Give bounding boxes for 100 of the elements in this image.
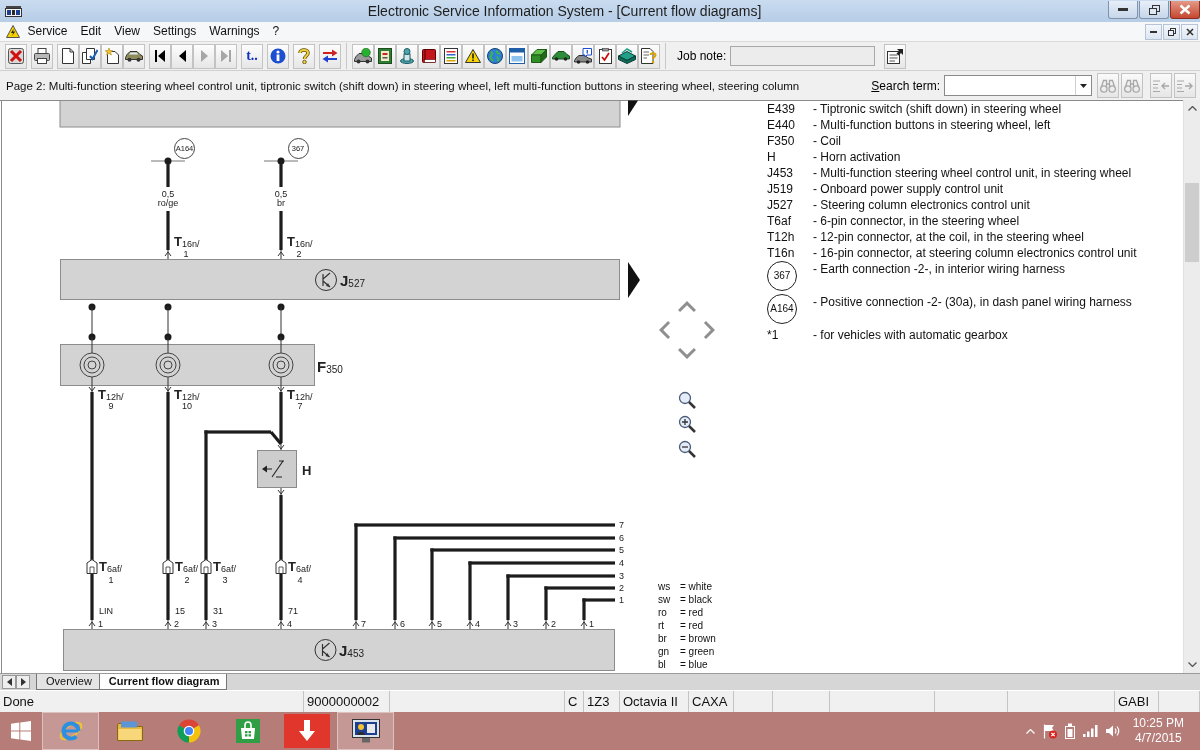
legend-description: - Earth connection -2-, in interior wiring harness: [813, 262, 1066, 276]
chevron-left-icon[interactable]: [659, 321, 671, 339]
color-meaning: = brown: [680, 632, 716, 645]
window-button[interactable]: [506, 43, 528, 69]
pin-number: 2: [296, 249, 302, 259]
caret-icon[interactable]: [1080, 83, 1087, 88]
car-badge-icon: [354, 48, 372, 64]
car-badge-button[interactable]: [352, 43, 374, 69]
layers-button[interactable]: [616, 43, 638, 69]
page-button[interactable]: [57, 43, 79, 69]
battery-icon[interactable]: [1064, 723, 1075, 739]
folder-icon: [116, 721, 143, 741]
car-button[interactable]: [550, 43, 572, 69]
transistor-icon: [314, 639, 337, 661]
pin-number: 4: [475, 619, 480, 629]
zoom-out-icon[interactable]: [678, 440, 696, 458]
close-button[interactable]: [1170, 1, 1200, 19]
help-icon: [298, 48, 310, 64]
monitor-icon: [351, 719, 380, 743]
wire-number: 6: [619, 533, 624, 543]
restore-button[interactable]: [1163, 23, 1180, 40]
color-code: bl: [658, 658, 667, 671]
wire-number: 2: [619, 583, 624, 593]
app-icon: [5, 6, 22, 17]
menu-item[interactable]: Warnings: [202, 22, 267, 41]
arrow-icon: [628, 100, 638, 116]
pin-number: 1: [589, 619, 594, 629]
zoom-in-icon[interactable]: [678, 415, 696, 433]
legend-code: E440: [767, 118, 796, 132]
legend-code: F350: [767, 134, 795, 148]
signal-label: LIN: [99, 606, 113, 616]
info-button[interactable]: [267, 43, 289, 69]
document-help-button[interactable]: [638, 43, 660, 69]
volume-icon[interactable]: [1105, 725, 1121, 737]
chevron-down-icon: [1187, 662, 1197, 667]
scrollbar[interactable]: [1183, 100, 1200, 673]
pin-number: 6: [400, 619, 405, 629]
binoculars-icon: [1100, 78, 1116, 93]
car-button[interactable]: [123, 43, 145, 69]
car-info-button[interactable]: [572, 43, 594, 69]
car-info-icon: [574, 48, 592, 64]
previous-button[interactable]: [171, 43, 193, 69]
flag-icon[interactable]: [1042, 723, 1057, 739]
globe-icon: [487, 48, 503, 64]
document-arrow-button[interactable]: [884, 43, 907, 69]
pin-number: 1: [98, 619, 103, 629]
menu-item[interactable]: ?: [266, 22, 286, 41]
page-star-button[interactable]: [101, 43, 123, 69]
info-icon: [270, 48, 286, 64]
chevron-up-icon[interactable]: [1025, 728, 1035, 734]
legend-description: - Multi-function steering wheel control unit, in steering wheel: [813, 166, 1132, 180]
menu-item[interactable]: Settings: [146, 22, 203, 41]
minimize-button[interactable]: [1108, 1, 1138, 19]
color-code: gn: [658, 645, 671, 658]
first-page-button[interactable]: [149, 43, 171, 69]
unit-label: J$_{453}$: [339, 643, 365, 659]
goto-button[interactable]: t..: [241, 43, 263, 69]
chevron-right-icon[interactable]: [703, 321, 715, 339]
next-icon: [200, 50, 208, 62]
search-field[interactable]: [944, 75, 1092, 96]
sheet-tab[interactable]: Current flow diagram: [98, 674, 228, 690]
help-button[interactable]: [293, 43, 315, 69]
taskbar-app[interactable]: [337, 712, 394, 750]
print-button[interactable]: [31, 43, 53, 69]
clipboard-check-button[interactable]: [594, 43, 616, 69]
job-note-field[interactable]: [730, 46, 876, 66]
signal-icon[interactable]: [1082, 725, 1098, 737]
chevron-up-icon[interactable]: [678, 301, 696, 313]
warning-icon: [465, 49, 481, 63]
book-button[interactable]: [418, 43, 440, 69]
tab-scroll-right-button[interactable]: [16, 675, 30, 689]
window-title: Electronic Service Information System - [Current flow diagrams]: [366, 2, 763, 21]
connector-icon: [275, 559, 287, 574]
menu-item[interactable]: Service: [21, 22, 74, 41]
close-button[interactable]: [1181, 23, 1198, 40]
pawn-button[interactable]: [396, 43, 418, 69]
scrollbar-thumb[interactable]: [1185, 183, 1199, 262]
menu-item[interactable]: Edit: [74, 22, 108, 41]
chevron-down-icon[interactable]: [678, 347, 696, 359]
transistor-icon: [315, 269, 337, 291]
globe-button[interactable]: [484, 43, 506, 69]
pin-number: 7: [361, 619, 366, 629]
restore-button[interactable]: [1139, 1, 1169, 19]
warning-icon[interactable]: [6, 25, 20, 38]
swap-arrows-button[interactable]: [319, 43, 341, 69]
minimize-button[interactable]: [1145, 23, 1162, 40]
pages-check-button[interactable]: [79, 43, 101, 69]
menu-item[interactable]: View: [107, 22, 147, 41]
list-button[interactable]: [440, 43, 462, 69]
document-button[interactable]: [374, 43, 396, 69]
tab-scroll-left-button[interactable]: [2, 675, 16, 689]
layers-icon: [618, 48, 636, 64]
legend-description: - 12-pin connector, at the coil, in the steering wheel: [813, 230, 1084, 244]
sheet-tab[interactable]: Overview: [36, 674, 100, 690]
windows-logo-icon: [11, 721, 31, 741]
cube-button[interactable]: [528, 43, 550, 69]
warning-button[interactable]: [462, 43, 484, 69]
delete-button[interactable]: [5, 43, 27, 69]
window-icon: [509, 48, 525, 64]
magnifier-icon[interactable]: [678, 391, 696, 409]
